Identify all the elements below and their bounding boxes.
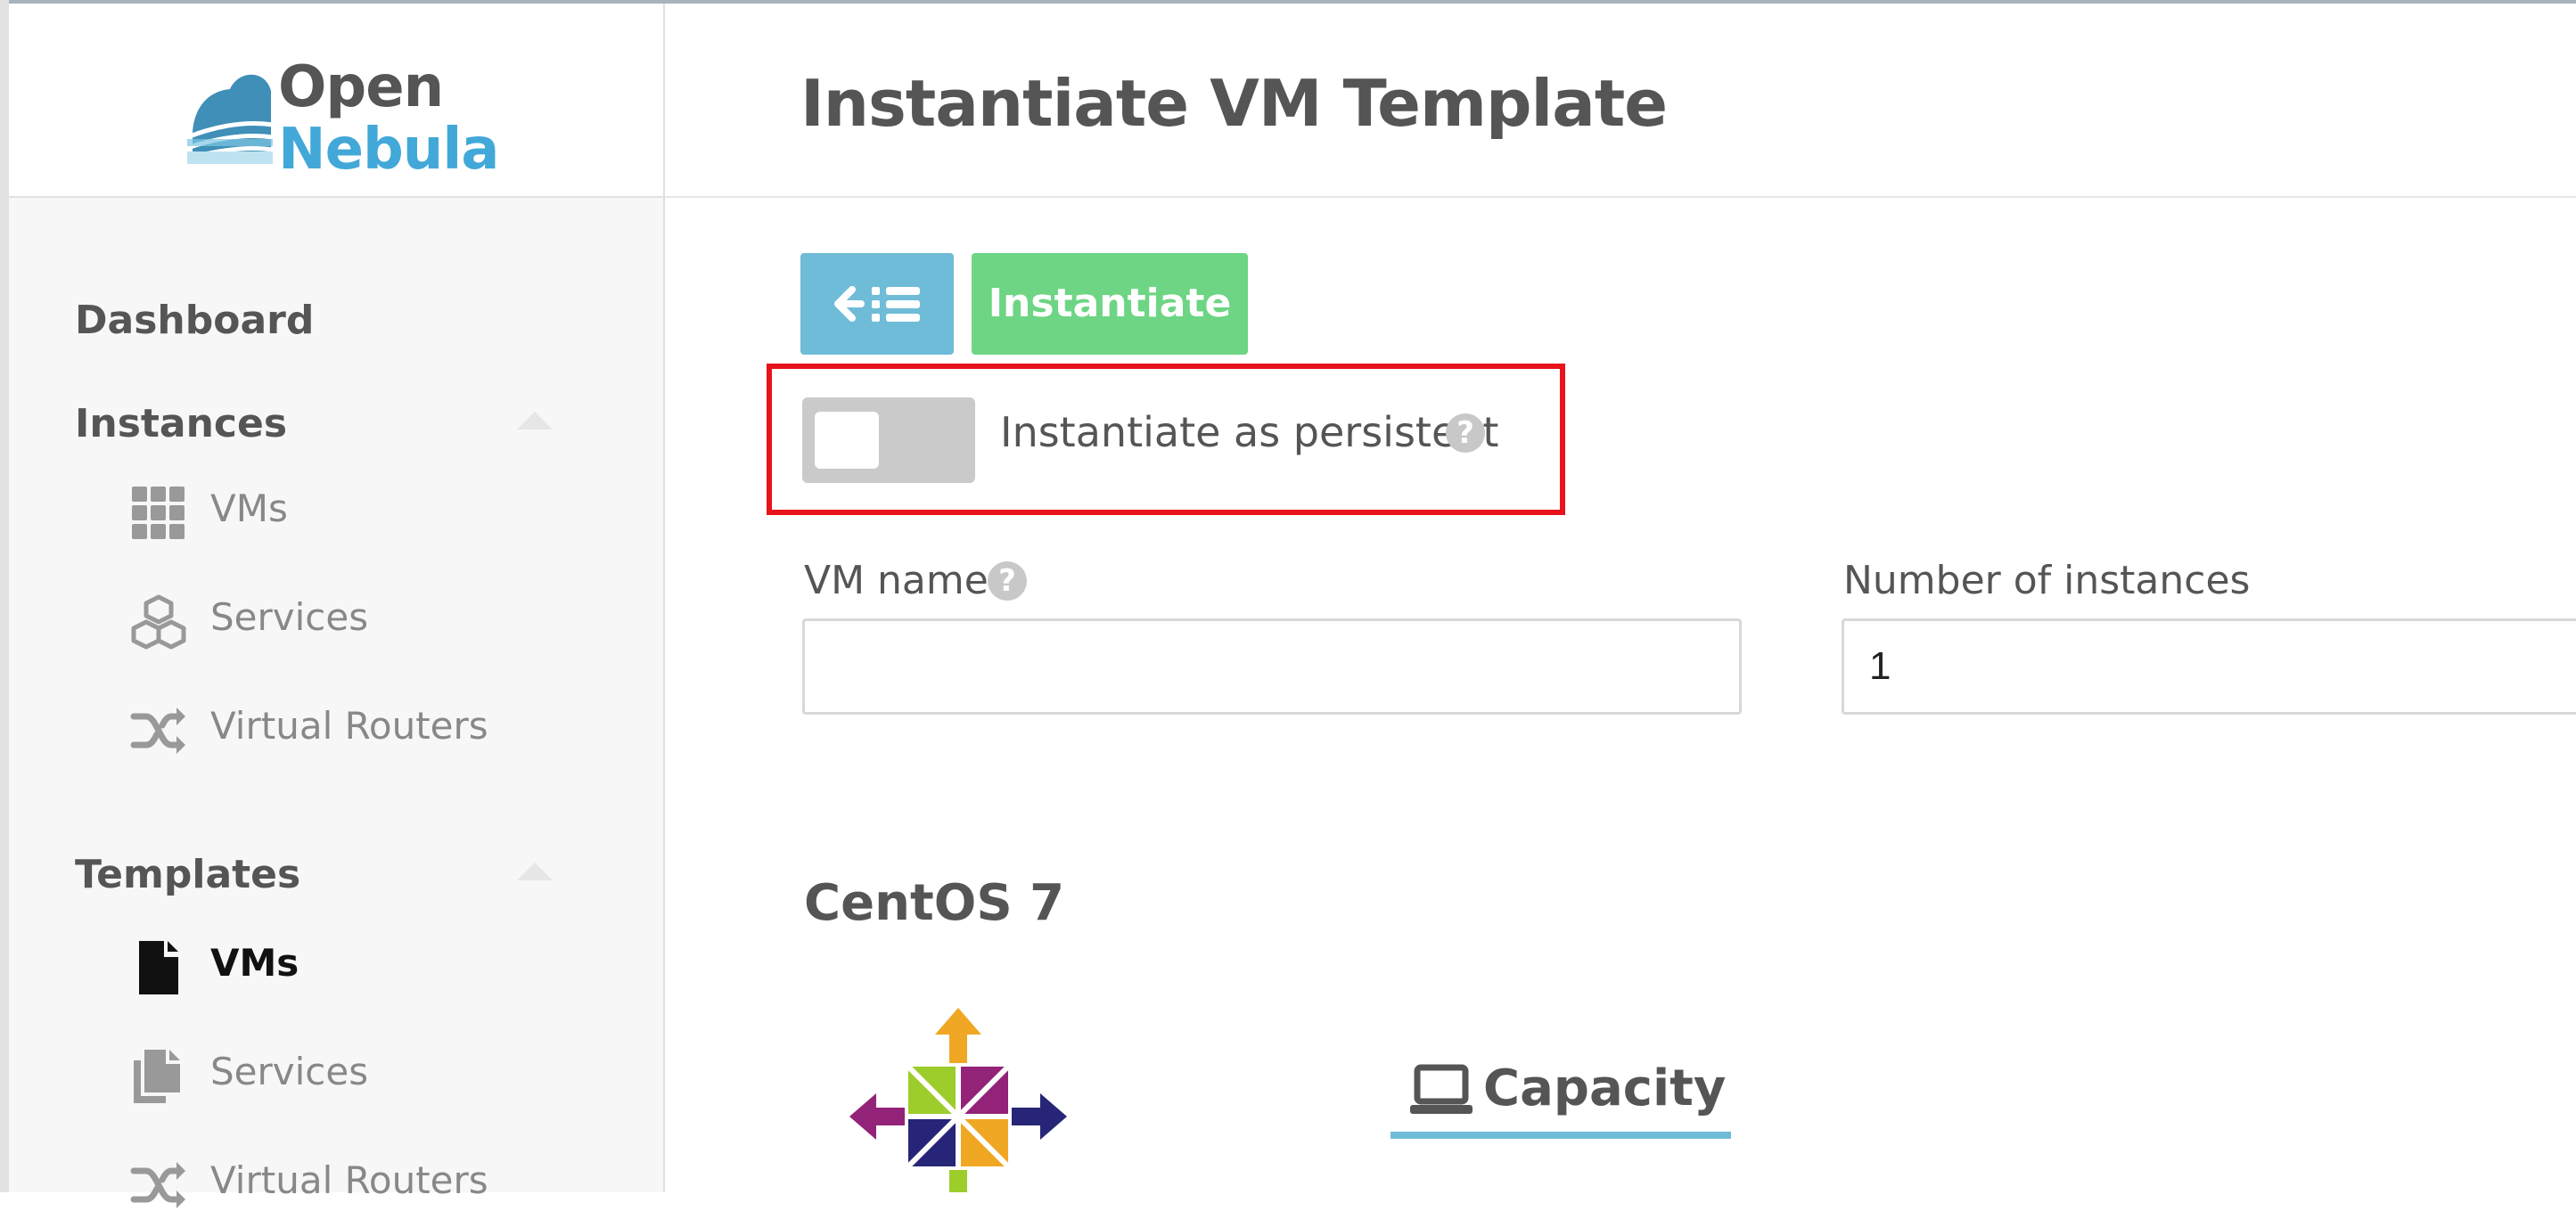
instantiate-button[interactable]: Instantiate (972, 253, 1248, 355)
chevron-up-icon[interactable] (517, 412, 553, 430)
sidebar-item-templates-vms[interactable]: VMs (121, 930, 620, 1002)
template-name: CentOS 7 (804, 874, 1065, 932)
tab-capacity-label: Capacity (1483, 1059, 1727, 1117)
sidebar-item-label: Virtual Routers (210, 1158, 488, 1202)
sidebar-item-instances-vms[interactable]: VMs (121, 476, 620, 547)
grid-icon (132, 487, 185, 539)
persistent-toggle[interactable] (802, 397, 975, 483)
vm-name-label: VM name (804, 558, 989, 603)
sidebar-item-label: VMs (210, 941, 299, 985)
help-icon[interactable]: ? (988, 561, 1027, 601)
laptop-icon (1410, 1064, 1473, 1114)
number-of-instances-label: Number of instances (1843, 558, 2251, 603)
logo-text-nebula: Nebula (278, 117, 499, 183)
opennebula-logo-icon (186, 74, 273, 164)
back-to-list-button[interactable] (800, 253, 954, 355)
sidebar-item-instances-services[interactable]: Services (121, 585, 620, 656)
window-edge (0, 0, 9, 1192)
shuffle-icon (130, 708, 185, 754)
sidebar-item-dashboard[interactable]: Dashboard (75, 301, 314, 340)
chevron-up-icon[interactable] (517, 863, 553, 880)
toggle-knob (815, 412, 879, 469)
main-header: Instantiate VM Template (665, 4, 2576, 198)
tab-capacity[interactable]: Capacity (1391, 1057, 1731, 1139)
file-icon (139, 941, 178, 994)
vm-name-input[interactable] (802, 618, 1742, 715)
page-title: Instantiate VM Template (800, 66, 1668, 141)
active-tab-indicator (1391, 1132, 1731, 1139)
number-of-instances-input[interactable] (1842, 618, 2576, 715)
sidebar-item-label: Virtual Routers (210, 704, 488, 748)
sidebar-item-label: VMs (210, 487, 288, 530)
sidebar-item-templates-virtual-routers[interactable]: Virtual Routers (121, 1148, 620, 1219)
files-icon (134, 1050, 180, 1103)
sidebar-section-instances[interactable]: Instances (75, 405, 287, 444)
sidebar-item-templates-services[interactable]: Services (121, 1039, 620, 1110)
back-to-list-icon (834, 286, 920, 322)
logo-text-open: Open (278, 54, 444, 120)
sidebar-section-templates[interactable]: Templates (75, 855, 300, 895)
sidebar-item-instances-virtual-routers[interactable]: Virtual Routers (121, 693, 620, 765)
sidebar-item-label: Services (210, 595, 369, 639)
persistent-label: Instantiate as persistent (1000, 408, 1499, 456)
shuffle-icon (130, 1162, 185, 1208)
sidebar: Open Nebula Dashboard Instances VMs Serv… (9, 4, 665, 1208)
help-icon[interactable]: ? (1446, 413, 1485, 453)
sidebar-item-label: Services (210, 1050, 369, 1093)
logo-area[interactable]: Open Nebula (9, 4, 663, 198)
cubes-icon (131, 594, 186, 650)
centos-logo-icon (849, 1008, 1067, 1192)
